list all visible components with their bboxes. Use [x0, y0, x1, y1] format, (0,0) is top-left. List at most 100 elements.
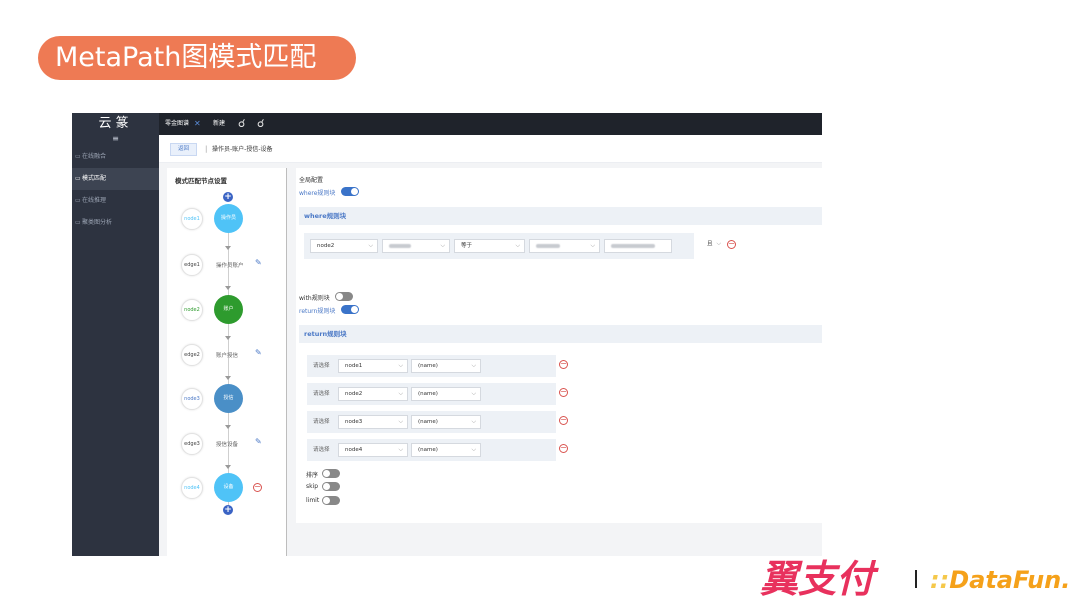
remove-return-rule-button[interactable]: − [559, 360, 568, 369]
monitor-icon: ▭ [75, 219, 81, 226]
where-node-select[interactable]: node2 ⌵ [310, 239, 378, 253]
node-pill-node4[interactable]: node4 [181, 477, 203, 499]
arrow-icon [225, 376, 231, 380]
sidebar-item-label: 模式匹配 [82, 175, 107, 182]
remove-where-rule-button[interactable]: − [727, 240, 736, 249]
limit-toggle[interactable] [322, 496, 340, 505]
chevron-down-icon: ⌵ [398, 418, 403, 425]
global-config-label: 全局配置 [299, 177, 324, 184]
edit-icon[interactable]: ✎ [255, 348, 262, 357]
return-rule-row: 请选择 node3 ⌵ (name) ⌵ [307, 411, 556, 433]
limit-label: limit [306, 497, 320, 504]
node-circle-account[interactable]: 账户 [214, 295, 243, 324]
monitor-icon: ▭ [75, 175, 81, 182]
chevron-down-icon: ⌵ [368, 242, 373, 249]
where-rule-row: node2 ⌵ ⌵ 等于 ⌵ ⌵ [304, 233, 694, 259]
chevron-down-icon: ⌵ [716, 240, 721, 247]
return-row-label: 请选择 [313, 363, 330, 369]
return-property-select[interactable]: (name) ⌵ [411, 415, 481, 429]
remove-return-rule-button[interactable]: − [559, 444, 568, 453]
edge-pill-edge3[interactable]: edge3 [181, 433, 203, 455]
chevron-down-icon: ⌵ [398, 446, 403, 453]
return-node-select[interactable]: node2 ⌵ [338, 387, 408, 401]
node-circle-device[interactable]: 设备 [214, 473, 243, 502]
back-button[interactable]: 返回 [170, 143, 197, 156]
node-circle-operator[interactable]: 操作员 [214, 204, 243, 233]
chevron-down-icon: ⌵ [471, 390, 476, 397]
return-property-select[interactable]: (name) ⌵ [411, 359, 481, 373]
return-node-select[interactable]: node3 ⌵ [338, 415, 408, 429]
monitor-icon: ▭ [75, 197, 81, 204]
where-operator-select[interactable]: 等于 ⌵ [454, 239, 525, 253]
where-toggle[interactable] [341, 187, 359, 196]
with-toggle[interactable] [335, 292, 353, 301]
return-property-select[interactable]: (name) ⌵ [411, 387, 481, 401]
edge-pill-edge2[interactable]: edge2 [181, 344, 203, 366]
edge-label-edge1: 操作员账户 [216, 263, 244, 269]
chevron-down-icon: ⌵ [398, 390, 403, 397]
return-row-label: 请选择 [313, 447, 330, 453]
sidebar-item-online-fusion[interactable]: ▭在线融合 [72, 146, 159, 168]
edit-icon[interactable]: ✎ [255, 258, 262, 267]
user-x-icon[interactable]: ☌ [257, 113, 264, 135]
where-property-select[interactable]: ⌵ [382, 239, 450, 253]
remove-return-rule-button[interactable]: − [559, 388, 568, 397]
chevron-down-icon: ⌵ [440, 242, 445, 249]
node-pill-node3[interactable]: node3 [181, 388, 203, 410]
edge-label-edge2: 账户授信 [216, 353, 239, 359]
slide-title: MetaPath图模式匹配 [38, 36, 356, 80]
breadcrumb-bar: 返回 | 操作员-账户-授信-设备 [159, 135, 822, 163]
where-value-type-select[interactable]: ⌵ [529, 239, 600, 253]
remove-return-rule-button[interactable]: − [559, 416, 568, 425]
node-circle-credit[interactable]: 授信 [214, 384, 243, 413]
breadcrumb: 操作员-账户-授信-设备 [212, 146, 273, 153]
node-pill-node1[interactable]: node1 [181, 208, 203, 230]
chevron-down-icon: ⌵ [471, 446, 476, 453]
chevron-down-icon: ⌵ [515, 242, 520, 249]
close-icon[interactable]: ✕ [194, 113, 201, 135]
sidebar-item-label: 聚类图分析 [82, 219, 113, 226]
return-node-select[interactable]: node1 ⌵ [338, 359, 408, 373]
sidebar-item-label: 在线融合 [82, 153, 107, 160]
add-node-top-button[interactable]: + [223, 192, 233, 202]
remove-node-button[interactable]: − [253, 483, 262, 492]
return-row-label: 请选择 [313, 419, 330, 425]
panel-title: 模式匹配节点设置 [175, 177, 227, 185]
sidebar-item-label: 在线推理 [82, 197, 107, 204]
app-screenshot: 云篆 ≡ ▭在线融合 ▭模式匹配 ▭在线推理 ▭聚类图分析 零金图谱 ✕ 新建 … [72, 113, 822, 556]
menu-icon[interactable]: ≡ [72, 135, 159, 145]
breadcrumb-separator: | [205, 145, 208, 153]
redacted-value [389, 243, 411, 248]
edge-label-edge3: 授信设备 [216, 442, 239, 448]
add-node-bottom-button[interactable]: + [223, 505, 233, 515]
chevron-down-icon: ⌵ [471, 362, 476, 369]
return-section-header: return规则块 [299, 325, 822, 343]
edit-icon[interactable]: ✎ [255, 437, 262, 446]
sidebar-item-cluster-analysis[interactable]: ▭聚类图分析 [72, 212, 159, 234]
topbar: 零金图谱 ✕ 新建 ☌ ☌ [159, 113, 822, 135]
skip-toggle[interactable] [322, 482, 340, 491]
bestpay-logo: 翼支付 [760, 557, 875, 601]
user-link-icon[interactable]: ☌ [238, 113, 245, 135]
where-value-input[interactable] [604, 239, 672, 253]
with-toggle-label: with规则块 [299, 295, 330, 302]
return-property-select[interactable]: (name) ⌵ [411, 443, 481, 457]
new-button[interactable]: 新建 [213, 113, 225, 135]
slide: MetaPath图模式匹配 云篆 ≡ ▭在线融合 ▭模式匹配 ▭在线推理 ▭聚类… [0, 0, 1080, 608]
tab-graph[interactable]: 零金图谱 [165, 113, 189, 135]
return-node-select[interactable]: node4 ⌵ [338, 443, 408, 457]
arrow-icon [225, 246, 231, 250]
return-rule-row: 请选择 node1 ⌵ (name) ⌵ [307, 355, 556, 377]
where-section-header: where规则块 [299, 207, 822, 225]
monitor-icon: ▭ [75, 153, 81, 160]
sidebar-item-pattern-match[interactable]: ▭模式匹配 [72, 168, 159, 190]
logo-divider [915, 570, 917, 588]
return-rule-row: 请选择 node2 ⌵ (name) ⌵ [307, 383, 556, 405]
sidebar-item-online-inference[interactable]: ▭在线推理 [72, 190, 159, 212]
sort-toggle[interactable] [322, 469, 340, 478]
edge-pill-edge1[interactable]: edge1 [181, 254, 203, 276]
logic-select[interactable]: 且 ⌵ [701, 238, 725, 252]
return-toggle[interactable] [341, 305, 359, 314]
node-pill-node2[interactable]: node2 [181, 299, 203, 321]
where-toggle-label: where规则块 [299, 190, 336, 197]
